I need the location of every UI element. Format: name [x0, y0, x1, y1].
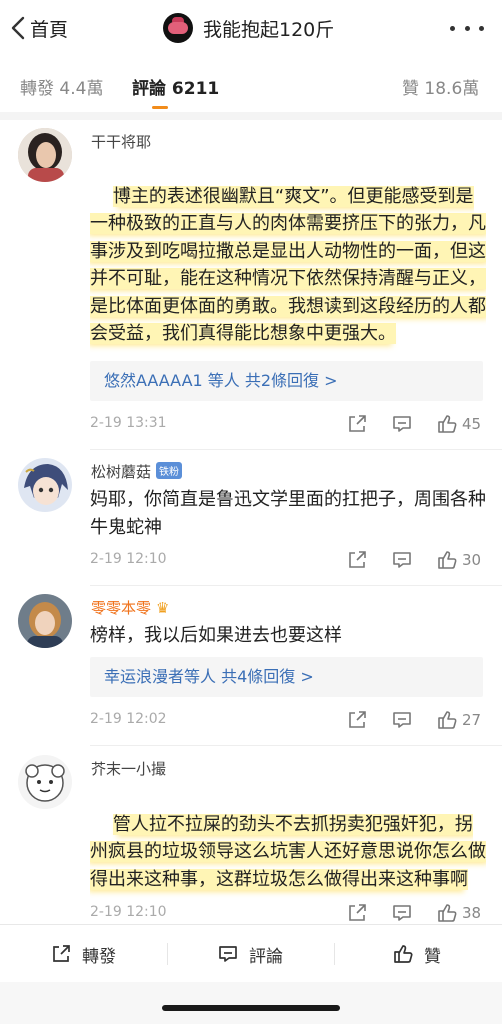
reply-button[interactable] [391, 902, 413, 924]
post-tabs: 轉發 4.4萬 評論 6211 贊 18.6萬 [0, 62, 502, 112]
divider [167, 943, 168, 965]
avatar[interactable] [18, 755, 72, 809]
back-button[interactable]: 首頁 [10, 14, 68, 42]
view-replies-link[interactable]: 幸运浪漫者等人 共4條回復 > [90, 657, 483, 697]
divider [90, 585, 502, 586]
back-label: 首頁 [30, 18, 69, 41]
repost-button[interactable] [346, 709, 368, 731]
user-photo-icon [18, 128, 72, 182]
comment-bubble-icon [393, 905, 411, 921]
view-replies-link[interactable]: 悠然AAAAA1 等人 共2條回復 > [90, 361, 483, 401]
comment-username-row: 零零本零 ♛ [91, 597, 169, 618]
comment-bubble-icon [393, 416, 411, 432]
avatar[interactable] [18, 128, 72, 182]
comment-bubble-icon [393, 552, 411, 568]
thumbs-up-icon [438, 711, 457, 729]
repost-button[interactable] [346, 902, 368, 924]
repost-label: 轉發 [82, 946, 116, 967]
fan-badge: 铁粉 [156, 462, 183, 479]
cartoon-sheep-icon [18, 755, 72, 809]
tab-comments[interactable]: 評論 6211 [132, 74, 219, 99]
comment-username-row: 松树蘑菇 铁粉 [91, 461, 183, 482]
comment-meta: 2-19 12:10 30 [90, 549, 485, 573]
active-tab-indicator [152, 106, 168, 109]
comment-text: 妈耶，你简直是鲁迅文学里面的扛把子，周围各种牛鬼蛇神 [90, 489, 486, 538]
like-button[interactable] [436, 549, 458, 571]
comment-username[interactable]: 芥末一小撮 [91, 758, 166, 779]
comment-username[interactable]: 零零本零 [91, 599, 151, 617]
share-square-icon [349, 551, 366, 568]
comment-date: 2-19 12:10 [90, 904, 167, 920]
avatar[interactable] [18, 458, 72, 512]
comment-username[interactable]: 松树蘑菇 [91, 463, 151, 481]
like-label: 贊 [424, 946, 441, 967]
like-post-button[interactable]: 贊 [392, 941, 441, 967]
like-count: 27 [462, 711, 482, 729]
more-dots-icon [450, 25, 455, 31]
comment-bubble-icon [393, 712, 411, 728]
comment-meta: 2-19 13:31 45 [90, 413, 485, 437]
share-square-icon [53, 945, 70, 962]
comment-post-button[interactable]: 評論 [217, 941, 283, 967]
divider [334, 943, 335, 965]
like-button[interactable] [436, 902, 458, 924]
section-divider [0, 112, 502, 120]
crown-icon: ♛ [156, 599, 170, 617]
comment-label: 評論 [249, 946, 283, 967]
repost-button[interactable] [346, 413, 368, 435]
comment-text: 榜样，我以后如果进去也要这样 [90, 625, 342, 646]
thumbs-up-icon [438, 551, 457, 569]
comment-meta: 2-19 12:10 38 [90, 902, 485, 926]
avatar[interactable] [18, 594, 72, 648]
tab-reposts[interactable]: 轉發 4.4萬 [20, 74, 103, 99]
comment-bubble-icon [219, 946, 237, 962]
share-square-icon [349, 904, 366, 921]
divider [90, 745, 502, 746]
post-author-title[interactable]: 我能抱起120斤 [163, 11, 334, 45]
highlighted-text: 博主的表述很幽默且“爽文”。但更能感受到是一种极致的正直与人的肉体需要挤压下的张… [90, 185, 486, 344]
comment-text: 博主的表述很幽默且“爽文”。但更能感受到是一种极致的正直与人的肉体需要挤压下的张… [90, 155, 490, 351]
comment-date: 2-19 12:02 [90, 711, 167, 727]
thumbs-up-icon [438, 415, 457, 433]
like-button[interactable] [436, 413, 458, 435]
chevron-left-icon [11, 16, 25, 40]
bottom-action-bar: 轉發 評論 贊 [0, 924, 502, 982]
like-count: 45 [462, 415, 482, 433]
divider [90, 449, 502, 450]
author-avatar [163, 13, 193, 43]
like-count: 38 [462, 904, 482, 922]
comment-date: 2-19 13:31 [90, 415, 167, 431]
thumbs-up-icon [438, 904, 457, 922]
reply-button[interactable] [391, 549, 413, 571]
comment-date: 2-19 12:10 [90, 551, 167, 567]
user-photo-icon [18, 594, 72, 648]
repost-post-button[interactable]: 轉發 [50, 941, 116, 967]
share-square-icon [349, 711, 366, 728]
like-count: 30 [462, 551, 482, 569]
home-indicator-area [0, 982, 502, 1024]
repost-button[interactable] [346, 549, 368, 571]
share-square-icon [349, 415, 366, 432]
tab-likes[interactable]: 贊 18.6萬 [402, 74, 479, 99]
like-button[interactable] [436, 709, 458, 731]
comment-meta: 2-19 12:02 27 [90, 709, 485, 733]
more-menu-button[interactable] [450, 16, 484, 40]
reply-button[interactable] [391, 709, 413, 731]
top-nav-bar: 首頁 我能抱起120斤 [0, 0, 502, 56]
page-title: 我能抱起120斤 [203, 18, 335, 41]
reply-button[interactable] [391, 413, 413, 435]
comment-text: 管人拉不拉屎的劲头不去抓拐卖犯强奸犯，拐州疯县的垃圾领导这么坑害人还好意思说你怎… [90, 783, 490, 898]
thumbs-up-icon [394, 945, 413, 963]
comment-username[interactable]: 干干将耶 [91, 131, 151, 152]
home-indicator[interactable] [162, 1005, 340, 1011]
highlighted-text: 管人拉不拉屎的劲头不去抓拐卖犯强奸犯，拐州疯县的垃圾领导这么坑害人还好意思说你怎… [90, 813, 486, 890]
anime-avatar-icon [18, 458, 72, 512]
